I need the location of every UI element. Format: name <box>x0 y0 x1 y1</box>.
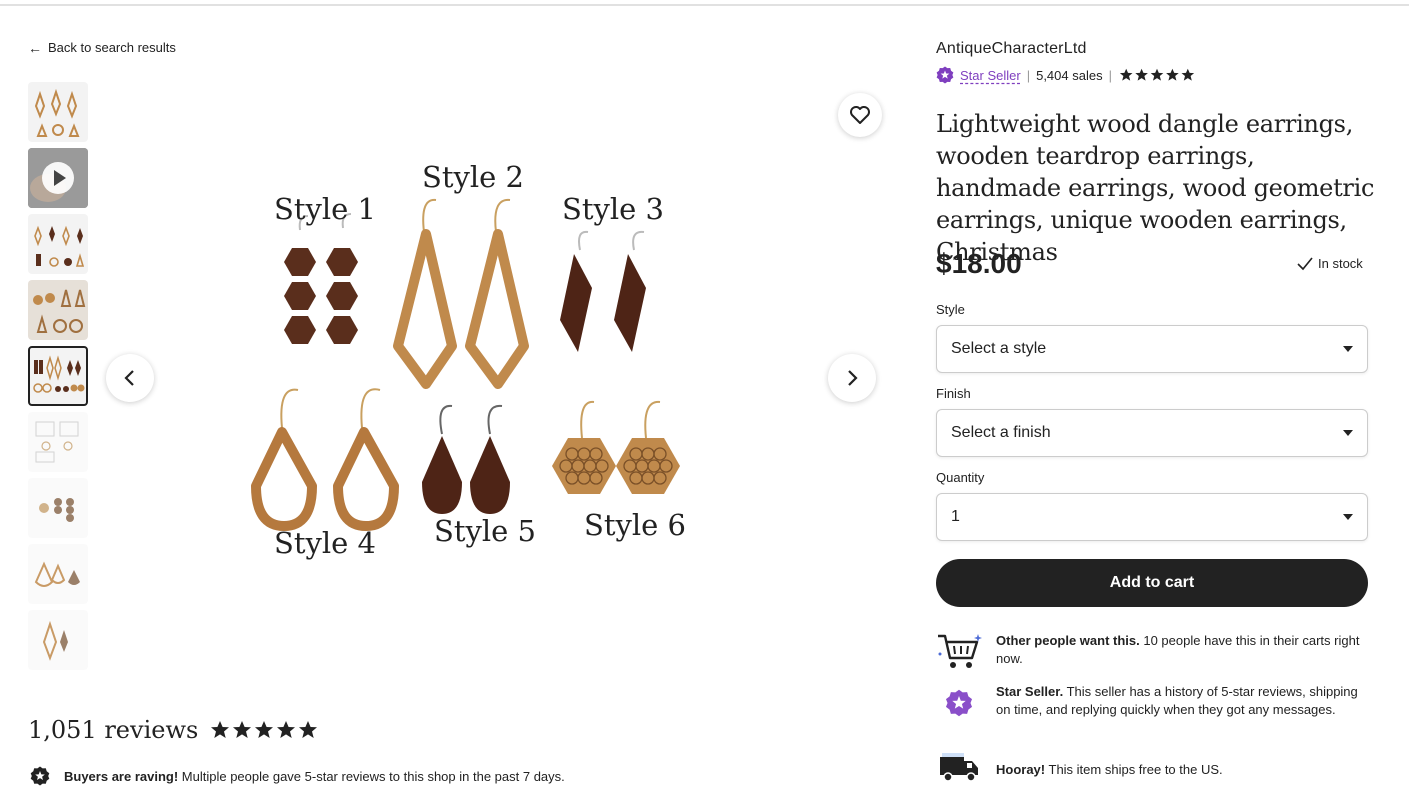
separator: | <box>1026 67 1031 83</box>
top-divider <box>0 4 1409 6</box>
star-seller-bold: Star Seller. <box>996 684 1064 699</box>
style-4-earrings <box>251 388 399 531</box>
star-seller-badge-icon <box>936 66 954 84</box>
star-seller-notice: Star Seller. This seller has a history o… <box>936 683 1368 719</box>
next-image-button[interactable] <box>828 354 876 402</box>
stock-status: In stock <box>1297 256 1363 271</box>
style-select[interactable]: Select a style <box>936 325 1368 373</box>
reviews-count: 1,051 reviews <box>28 716 199 744</box>
thumbnail-earrings-image <box>33 289 86 333</box>
star-seller-link[interactable]: Star Seller <box>960 68 1021 83</box>
add-to-cart-button[interactable]: Add to cart <box>936 559 1368 607</box>
finish-select[interactable]: Select a finish <box>936 409 1368 457</box>
demand-notice: Other people want this. 10 people have t… <box>936 632 1368 672</box>
buyers-raving-banner: Buyers are raving! Multiple people gave … <box>30 766 565 786</box>
caret-down-icon <box>1343 430 1353 436</box>
thumbnail-video[interactable] <box>28 148 88 208</box>
caret-down-icon <box>1343 346 1353 352</box>
listing-price: $18.00 <box>936 248 1022 279</box>
free-shipping-notice: Hooray! This item ships free to the US. <box>936 753 1368 783</box>
sales-count: 5,404 sales <box>1036 67 1103 83</box>
finish-select-value: Select a finish <box>951 424 1051 441</box>
back-link-label: Back to search results <box>48 40 176 55</box>
seller-info-row: Star Seller | 5,404 sales | <box>936 66 1196 84</box>
chevron-right-icon <box>848 370 858 386</box>
arrow-left-icon: ← <box>28 39 42 56</box>
style-2-label: Style 2 <box>422 160 525 194</box>
style-3-label: Style 3 <box>562 192 665 226</box>
thumbnail-earrings-image <box>35 421 79 463</box>
thumbnail-earrings-image <box>42 620 68 661</box>
star-seller-icon-graphic <box>945 689 973 717</box>
separator: | <box>1108 67 1112 83</box>
delivery-truck-icon-graphic <box>940 753 978 782</box>
delivery-truck-icon <box>936 753 982 783</box>
star-seller-icon <box>936 683 982 719</box>
thumbnail-6[interactable] <box>28 412 88 472</box>
free-shipping-bold: Hooray! <box>996 762 1046 777</box>
style-5-earrings <box>422 404 510 514</box>
caret-down-icon <box>1343 514 1353 520</box>
previous-image-button[interactable] <box>106 354 154 402</box>
raving-detail: Multiple people gave 5-star reviews to t… <box>178 768 565 784</box>
favorite-button[interactable] <box>838 93 882 137</box>
style-label: Style <box>936 302 965 317</box>
main-product-image: Style 1 Style 2 Style 3 Style 4 Style 5 … <box>160 82 820 682</box>
thumbnail-earrings-image <box>34 561 80 587</box>
finish-label: Finish <box>936 386 971 401</box>
quantity-select[interactable]: 1 <box>936 493 1368 541</box>
shop-rating-stars-icon[interactable] <box>1118 68 1196 82</box>
thumbnail-4[interactable] <box>28 280 88 340</box>
thumbnail-8[interactable] <box>28 544 88 604</box>
reviews-header: 1,051 reviews <box>28 716 318 744</box>
chevron-left-icon <box>124 370 134 386</box>
listing-title: Lightweight wood dangle earrings, wooden… <box>936 110 1375 266</box>
style-3-earrings <box>560 230 646 352</box>
shop-name-link[interactable]: AntiqueCharacterLtd <box>936 40 1087 58</box>
star-badge-icon <box>30 766 50 786</box>
reviews-rating-stars <box>210 720 318 740</box>
stock-label: In stock <box>1318 256 1363 271</box>
style-2-earrings <box>393 198 529 389</box>
thumbnail-earrings-image <box>33 355 85 393</box>
style-1-label: Style 1 <box>274 192 377 226</box>
checkmark-icon <box>1297 256 1313 270</box>
star-seller-text: Star Seller. This seller has a history o… <box>996 683 1361 719</box>
thumbnail-earrings-image <box>34 225 85 267</box>
thumbnail-earrings-image <box>39 498 74 522</box>
style-select-value: Select a style <box>951 340 1047 357</box>
style-4-label: Style 4 <box>274 526 377 560</box>
style-6-earrings <box>552 400 680 494</box>
thumbnail-1[interactable] <box>28 82 88 142</box>
raving-text: Buyers are raving! Multiple people gave … <box>64 769 565 784</box>
demand-bold: Other people want this. <box>996 633 1140 648</box>
style-6-label: Style 6 <box>584 508 687 542</box>
thumbnail-earrings-image <box>34 88 80 137</box>
free-shipping-text: Hooray! This item ships free to the US. <box>996 761 1361 783</box>
quantity-label: Quantity <box>936 470 985 485</box>
play-icon <box>42 162 74 194</box>
shopping-cart-icon-graphic <box>938 634 982 668</box>
thumbnail-5-selected[interactable] <box>28 346 88 406</box>
thumbnail-7[interactable] <box>28 478 88 538</box>
thumbnail-9[interactable] <box>28 610 88 670</box>
quantity-select-value: 1 <box>951 508 960 525</box>
demand-text: Other people want this. 10 people have t… <box>996 632 1361 672</box>
style-5-label: Style 5 <box>434 514 537 548</box>
heart-icon <box>850 106 870 124</box>
star-rating-icon <box>211 721 318 738</box>
shopping-cart-icon <box>936 632 982 672</box>
style-1-earrings <box>284 213 358 344</box>
free-shipping-detail: This item ships free to the US. <box>1045 762 1223 777</box>
thumbnail-3[interactable] <box>28 214 88 274</box>
thumbnail-strip <box>28 82 88 676</box>
back-to-search-link[interactable]: ← Back to search results <box>28 40 176 55</box>
raving-bold: Buyers are raving! <box>64 768 179 784</box>
